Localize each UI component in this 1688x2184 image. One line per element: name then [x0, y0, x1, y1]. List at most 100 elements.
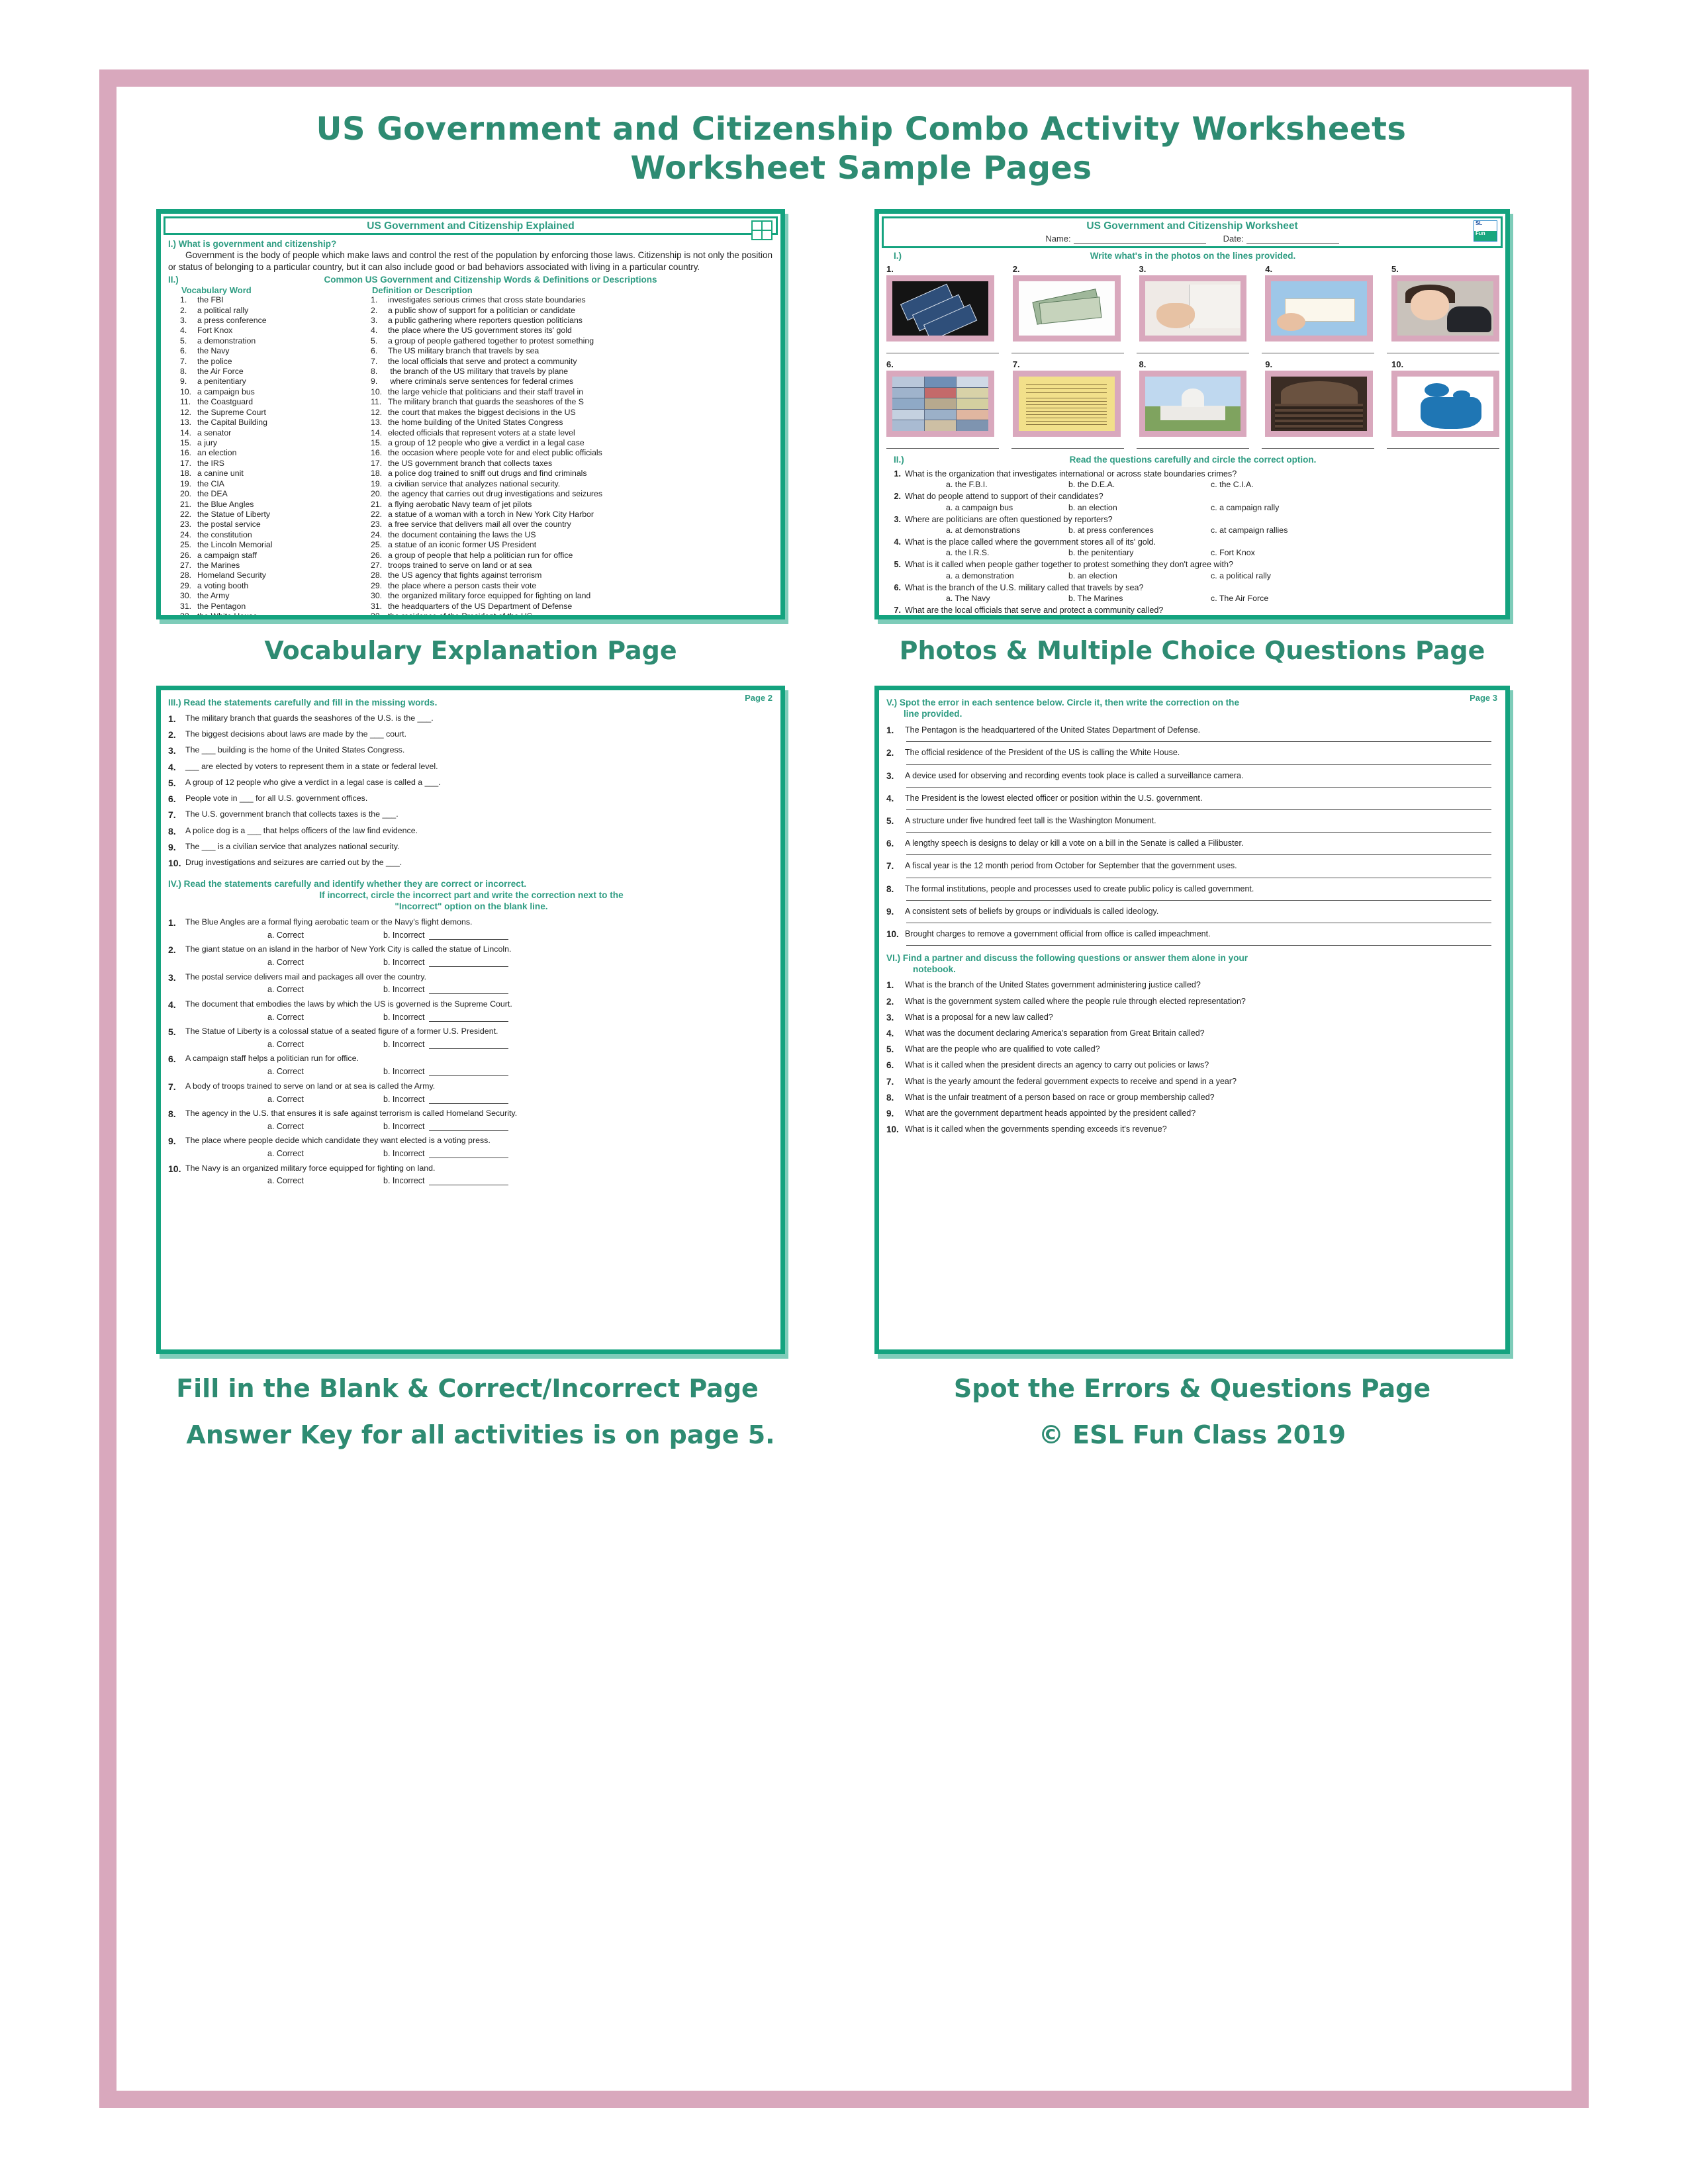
option-incorrect[interactable]: b. Incorrect [383, 1176, 508, 1186]
item-number: 4. [886, 1028, 894, 1038]
option-incorrect[interactable]: b. Incorrect [383, 958, 508, 968]
option-correct[interactable]: a. Correct [267, 1095, 383, 1104]
correction-line[interactable] [428, 1177, 508, 1186]
date-field[interactable]: Date: [1223, 234, 1339, 244]
date-label: Date: [1223, 234, 1244, 244]
we-the-people-constitution-photo [1012, 371, 1121, 437]
page-title-line-1: US Government and Citizenship Combo Acti… [316, 111, 1407, 148]
mcq-option-a[interactable]: a. at demonstrations [946, 525, 1068, 535]
mcq-option-c[interactable]: c. a political rally [1211, 571, 1271, 580]
mcq-option-a[interactable]: a. a campaign bus [946, 503, 1068, 512]
fill-blank-item[interactable]: 6. People vote in ___ for all U.S. govern… [168, 794, 774, 805]
answer-line[interactable] [886, 346, 1000, 353]
mcq-option-c[interactable]: c. a campaign rally [1211, 503, 1279, 512]
item-number: 7. [168, 1081, 176, 1092]
correction-line[interactable] [428, 1095, 508, 1104]
option-incorrect[interactable]: b. Incorrect [383, 931, 508, 940]
mcq-option-a[interactable]: a. the F.B.I. [946, 480, 1068, 489]
answer-line[interactable] [1011, 346, 1125, 353]
option-correct[interactable]: a. Correct [267, 1040, 383, 1049]
mcq-option-b[interactable]: b. the D.E.A. [1068, 480, 1211, 489]
answer-line[interactable] [1011, 441, 1125, 449]
correction-line[interactable] [906, 741, 1491, 743]
correction-line[interactable] [428, 931, 508, 940]
answer-line[interactable] [1136, 441, 1250, 449]
correction-line[interactable] [428, 1040, 508, 1049]
option-correct[interactable]: a. Correct [267, 1013, 383, 1022]
answer-line[interactable] [1386, 441, 1499, 449]
fill-blank-item[interactable]: 10. Drug investigations and seizures are … [168, 858, 774, 869]
mcq-question: What do people attend to support of thei… [905, 492, 1103, 502]
mcq-option-b[interactable]: b. an election [1068, 571, 1211, 580]
correction-line[interactable] [428, 1122, 508, 1131]
mcq-option-b[interactable]: b. an election [1068, 503, 1211, 512]
option-correct[interactable]: a. Correct [267, 985, 383, 994]
fill-in-blank-list: 1. The military branch that guards the se… [168, 713, 774, 869]
fill-blank-item[interactable]: 5. A group of 12 people who give a verdic… [168, 778, 774, 789]
answer-line[interactable] [886, 441, 1000, 449]
mcq-option-c[interactable]: c. the C.I.A. [1211, 480, 1254, 489]
photo-answer-lines-bottom[interactable] [886, 441, 1499, 449]
answer-line[interactable] [1261, 441, 1375, 449]
correction-line[interactable] [906, 809, 1491, 810]
mcq-option-c[interactable]: c. Fort Knox [1211, 548, 1255, 557]
option-incorrect[interactable]: b. Incorrect [383, 1095, 508, 1104]
option-incorrect[interactable]: b. Incorrect [383, 1040, 508, 1049]
vocab-row: 32.the White House32.the residence of th… [168, 612, 774, 615]
answer-line[interactable] [1386, 346, 1499, 353]
option-correct[interactable]: a. Correct [267, 958, 383, 967]
fill-blank-item[interactable]: 7. The U.S. government branch that collec… [168, 809, 774, 821]
vocab-word-cell: 31. the Pentagon [180, 601, 246, 611]
name-input-line[interactable] [1073, 243, 1206, 244]
option-correct[interactable]: a. Correct [267, 1122, 383, 1131]
fill-blank-item[interactable]: 8. A police dog is a ___ that helps offic… [168, 826, 774, 837]
fill-blank-item[interactable]: 2. The biggest decisions about laws are m… [168, 729, 774, 741]
mcq-option-c[interactable]: c. The Air Force [1211, 594, 1268, 603]
option-correct[interactable]: a. Correct [267, 1176, 383, 1185]
correction-line[interactable] [428, 985, 508, 995]
correct-incorrect-item: 7. A body of troops trained to serve on l… [168, 1081, 774, 1104]
vocab-word-cell: 30. the Army [180, 591, 230, 601]
option-incorrect[interactable]: b. Incorrect [383, 985, 508, 995]
option-incorrect[interactable]: b. Incorrect [383, 1149, 508, 1159]
mcq-option-b[interactable]: b. The Marines [1068, 594, 1211, 603]
photo-answer-lines-top[interactable] [886, 346, 1499, 353]
answer-line[interactable] [1136, 346, 1250, 353]
government-definition-paragraph: Government is the body of people which m… [168, 250, 773, 272]
correction-line[interactable] [906, 764, 1491, 765]
correction-line[interactable] [428, 1068, 508, 1077]
option-correct[interactable]: a. Correct [267, 931, 383, 940]
mcq-option-b[interactable]: b. at press conferences [1068, 525, 1211, 535]
fill-blank-item[interactable]: 3. The ___ building is the home of the Un… [168, 745, 774, 756]
item-number: 6. [168, 1054, 176, 1065]
date-input-line[interactable] [1246, 243, 1339, 244]
vocab-word-cell: 24. the constitution [180, 529, 252, 539]
correction-line[interactable] [428, 958, 508, 968]
mcq-option-b[interactable]: b. the penitentiary [1068, 548, 1211, 557]
option-incorrect[interactable]: b. Incorrect [383, 1013, 508, 1022]
name-field[interactable]: Name: [1045, 234, 1206, 244]
mcq-option-a[interactable]: a. The Navy [946, 594, 1068, 603]
fill-blank-item[interactable]: 1. The military branch that guards the se… [168, 713, 774, 725]
correction-line[interactable] [906, 854, 1491, 856]
option-correct[interactable]: a. Correct [267, 1067, 383, 1076]
correct-incorrect-item: 8. The agency in the U.S. that ensures it… [168, 1109, 774, 1131]
option-incorrect[interactable]: b. Incorrect [383, 1067, 508, 1077]
correction-line[interactable] [906, 786, 1491, 788]
correction-line[interactable] [906, 899, 1491, 901]
correction-line[interactable] [428, 1013, 508, 1022]
option-correct[interactable]: a. Correct [267, 1149, 383, 1158]
item-text: A campaign staff helps a politician run … [185, 1054, 359, 1064]
mcq-option-c[interactable]: c. at campaign rallies [1211, 525, 1288, 535]
correction-line[interactable] [906, 945, 1491, 946]
fill-blank-item[interactable]: 9. The ___ is a civilian service that ana… [168, 842, 774, 853]
mcq-option-a[interactable]: a. the I.R.S. [946, 548, 1068, 557]
mcq-option-a[interactable]: a. a demonstration [946, 571, 1068, 580]
fill-blank-item[interactable]: 4. ___ are elected by voters to represent… [168, 762, 774, 773]
correction-line[interactable] [906, 832, 1491, 833]
vocab-row: 14. a senator 14. elected officials that re… [168, 428, 774, 438]
option-incorrect[interactable]: b. Incorrect [383, 1122, 508, 1131]
item-number: 7. [886, 861, 894, 872]
correction-line[interactable] [428, 1150, 508, 1159]
answer-line[interactable] [1261, 346, 1375, 353]
